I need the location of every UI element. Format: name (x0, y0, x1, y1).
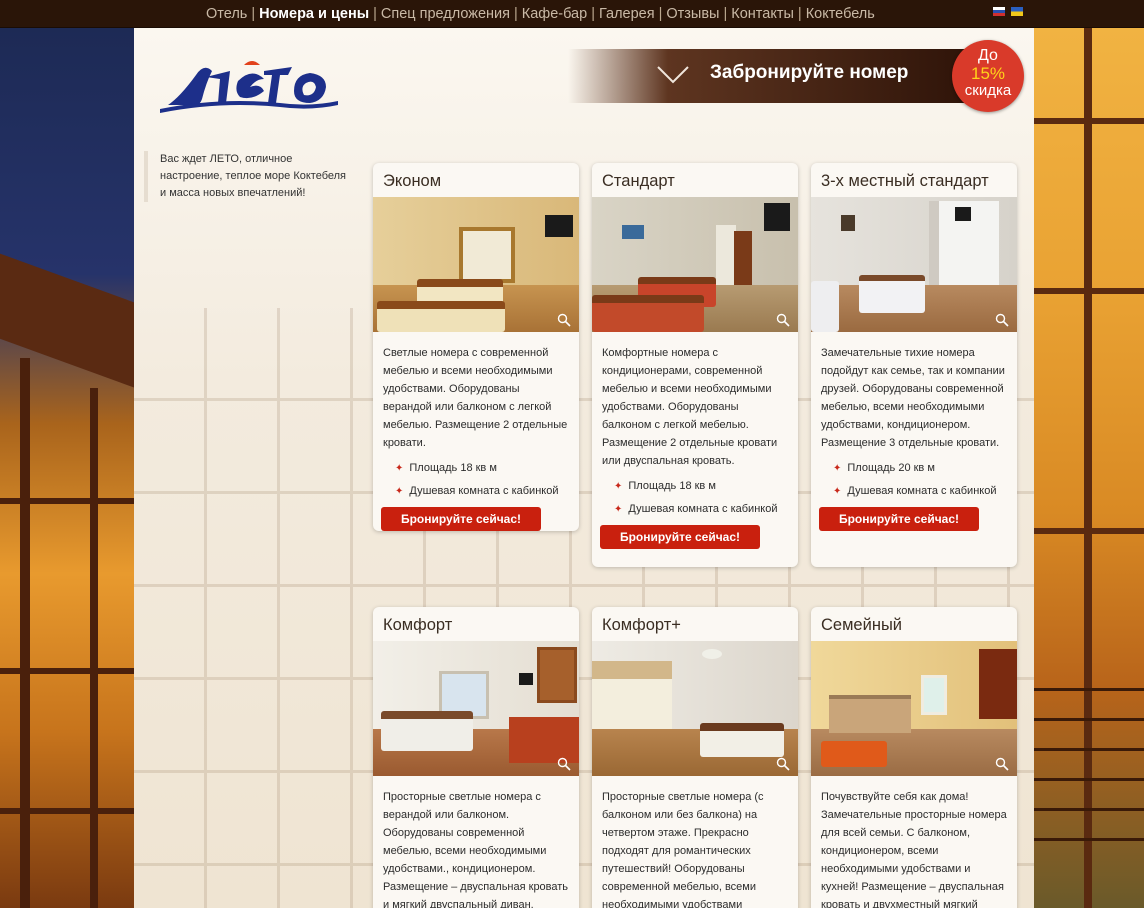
room-description: Почувствуйте себя как дома! Замечательны… (821, 791, 1007, 908)
kitchen-table (821, 741, 887, 767)
room-photo[interactable] (592, 641, 798, 776)
nav-separator: | (251, 6, 256, 22)
ua-flag-icon[interactable] (1011, 7, 1023, 16)
nav-separator: | (658, 6, 663, 22)
room-photo[interactable] (592, 197, 798, 332)
nav-item[interactable]: Кафе-бар (522, 6, 587, 22)
nav-separator: | (797, 6, 802, 22)
nav-item[interactable]: Контакты (731, 6, 794, 22)
room-description: Просторные светлые номера (с балконом ил… (602, 791, 764, 908)
nav-separator: | (513, 6, 518, 22)
nav-separator: | (373, 6, 377, 22)
bullet-icon: ✦ (833, 463, 842, 474)
room-photo[interactable] (373, 197, 579, 332)
zoom-icon[interactable] (995, 313, 1009, 327)
book-now-button[interactable]: Бронируйте сейчас! (600, 525, 760, 549)
room-title[interactable]: Комфорт (373, 607, 579, 641)
room-description: Светлые номера с современной мебелью и в… (383, 347, 568, 449)
room-title[interactable]: Стандарт (592, 163, 798, 197)
room-title[interactable]: Эконом (373, 163, 579, 197)
room-card-comfort-plus: Комфорт+ Просторные светлые номера (с ба… (592, 607, 798, 908)
intro-text: Вас ждет ЛЕТО, отличное настроение, тепл… (144, 151, 354, 202)
bullet-icon: ✦ (833, 486, 842, 497)
book-room-label: Забронируйте номер (710, 62, 909, 83)
fence-rail (1034, 838, 1144, 841)
top-navigation: Отель | Номера и цены | Спец предложения | Каф… (0, 0, 1144, 28)
wooden-shutter (979, 649, 1017, 719)
nav-item[interactable]: Отель (206, 6, 247, 22)
room-card-econom: Эконом Светлые номера с современной мебе… (373, 163, 579, 531)
feature-item: ✦ Площадь 18 кв м (614, 480, 716, 492)
discount-percent: 15% (970, 64, 1006, 83)
room-card-standard: Стандарт Комфортные номера с кондиционер… (592, 163, 798, 567)
timber-beam (20, 358, 30, 908)
background-building-left (0, 28, 134, 908)
room-description: Комфортные номера с кондиционерами, совр… (602, 347, 778, 467)
fence-rail (1034, 748, 1144, 751)
room-features: ✦ Площадь 18 кв м ✦ Душевая комната с каби… (373, 452, 579, 503)
kitchen-counter (829, 695, 911, 733)
book-room-banner[interactable]: Забронируйте номер (568, 49, 968, 103)
feature-item: ✦ Площадь 18 кв м (395, 462, 497, 474)
nav-item[interactable]: Отзывы (666, 6, 719, 22)
language-switcher (993, 7, 1023, 16)
timber-beam (0, 498, 134, 504)
bullet-icon: ✦ (395, 463, 404, 474)
ceiling-lamp (702, 649, 722, 659)
timber-beam (0, 668, 134, 674)
room-description: Просторные светлые номера с верандой или… (383, 791, 569, 908)
room-card-family: Семейный Почувствуйте себя как дома! Зам… (811, 607, 1017, 908)
wall-picture (622, 225, 644, 239)
room-card-triple-standard: 3-х местный стандарт Замечательные тихие… (811, 163, 1017, 567)
room-title[interactable]: Семейный (811, 607, 1017, 641)
feature-item: ✦ Душевая комната с кабинкой (833, 485, 997, 497)
wall-picture (841, 215, 855, 231)
feature-item: ✦ Площадь 20 кв м (833, 462, 935, 474)
zoom-icon[interactable] (776, 757, 790, 771)
room-title[interactable]: Комфорт+ (592, 607, 798, 641)
background-building-right (1034, 28, 1144, 908)
feature-item: ✦ Душевая комната с кабинкой (614, 503, 778, 515)
book-now-button[interactable]: Бронируйте сейчас! (819, 507, 979, 531)
nav-item[interactable]: Номера и цены (259, 6, 369, 22)
zoom-icon[interactable] (995, 757, 1009, 771)
timber-beam (0, 808, 134, 814)
timber-beam (90, 388, 98, 908)
fence-rail (1034, 808, 1144, 811)
zoom-icon[interactable] (557, 313, 571, 327)
room-photo[interactable] (811, 197, 1017, 332)
nav-item[interactable]: Галерея (599, 6, 655, 22)
zoom-icon[interactable] (776, 313, 790, 327)
discount-badge[interactable]: До 15% скидка (952, 40, 1024, 112)
book-now-button[interactable]: Бронируйте сейчас! (381, 507, 541, 531)
bullet-icon: ✦ (614, 504, 623, 515)
room-description: Замечательные тихие номера подойдут как … (821, 347, 1005, 449)
room-photo[interactable] (811, 641, 1017, 776)
zoom-icon[interactable] (557, 757, 571, 771)
fence-rail (1034, 718, 1144, 721)
mirror (537, 647, 577, 703)
room-photo[interactable] (373, 641, 579, 776)
discount-line1: До (978, 47, 998, 64)
room-features: ✦ Площадь 20 кв м ✦ Душевая комната с каби… (811, 452, 1017, 503)
room-card-comfort: Комфорт Просторные светлые номера с вера… (373, 607, 579, 908)
bullet-icon: ✦ (395, 486, 404, 497)
ru-flag-icon[interactable] (993, 7, 1005, 16)
nav-item[interactable]: Спец предложения (381, 6, 510, 22)
main-panel: Забронируйте номер До 15% скидка Вас жде… (134, 28, 1034, 908)
leto-logo[interactable] (160, 53, 340, 113)
room-features: ✦ Площадь 18 кв м ✦ Душевая комната с каби… (592, 470, 798, 521)
bullet-icon: ✦ (614, 481, 623, 492)
chevron-down-icon (657, 66, 689, 84)
nav-separator: | (591, 6, 595, 22)
nav-menu: Отель | Номера и цены | Спец предложения | Каф… (206, 6, 875, 22)
discount-line3: скидка (964, 82, 1012, 99)
fence-rail (1034, 688, 1144, 691)
nav-separator: | (723, 6, 728, 22)
feature-item: ✦ Душевая комната с кабинкой (395, 485, 559, 497)
timber-beam (1084, 28, 1092, 908)
fence-rail (1034, 778, 1144, 781)
nav-item[interactable]: Коктебель (806, 6, 875, 22)
room-title[interactable]: 3-х местный стандарт (811, 163, 1017, 197)
